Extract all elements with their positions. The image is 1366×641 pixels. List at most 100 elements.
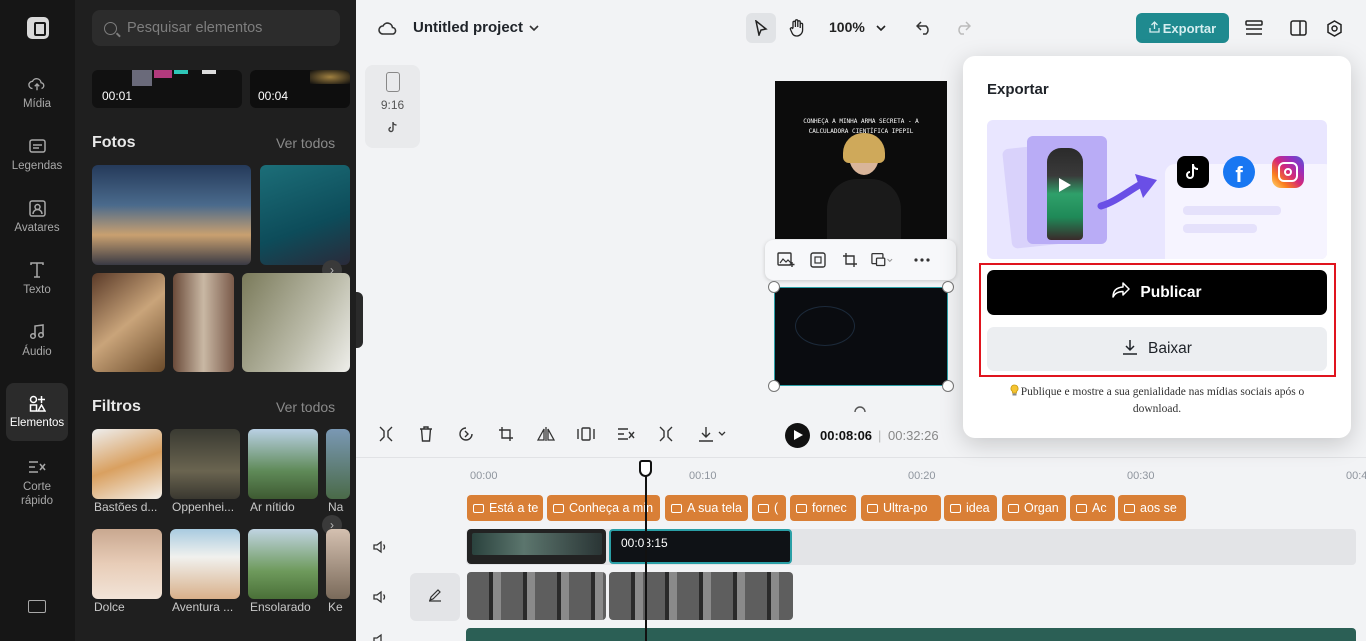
- select-pointer-icon[interactable]: [746, 13, 776, 43]
- chevron-down-icon[interactable]: [519, 13, 549, 43]
- photo-street[interactable]: [173, 273, 234, 372]
- sidebar-item-midia[interactable]: Mídia: [6, 64, 68, 122]
- panel-collapse-handle[interactable]: [356, 292, 363, 348]
- fit-frame-icon[interactable]: [807, 249, 829, 271]
- speed-icon[interactable]: [454, 422, 478, 446]
- aspect-ratio-selector[interactable]: 9:16: [365, 65, 420, 148]
- sidebar-item-avatares[interactable]: Avatares: [6, 188, 68, 246]
- filter-thumbnail[interactable]: [92, 529, 162, 599]
- crop-icon[interactable]: [839, 249, 861, 271]
- photo-dog[interactable]: [242, 273, 350, 372]
- caption-icon: [758, 503, 769, 513]
- cloud-sync-icon[interactable]: [373, 13, 403, 43]
- caption-clip-text: Conheça a min: [569, 501, 654, 515]
- publish-button[interactable]: Publicar: [987, 270, 1327, 315]
- caption-clip[interactable]: Ultra-po: [861, 495, 941, 521]
- caption-clip[interactable]: A sua tela: [665, 495, 748, 521]
- resize-handle[interactable]: [942, 380, 954, 392]
- caption-clip-text: fornec: [812, 501, 847, 515]
- download-button[interactable]: Baixar: [987, 327, 1327, 371]
- export-dialog-title: Exportar: [987, 81, 1049, 98]
- overlay-clip[interactable]: [467, 529, 606, 564]
- music-note-icon: [28, 323, 46, 341]
- replace-clip-icon[interactable]: [871, 249, 893, 271]
- caption-clip[interactable]: idea: [944, 495, 997, 521]
- delete-icon[interactable]: [414, 422, 438, 446]
- sidebar-item-legendas[interactable]: Legendas: [6, 126, 68, 184]
- instagram-icon: [1272, 156, 1304, 188]
- photo-food[interactable]: [92, 273, 165, 372]
- photos-see-all-link[interactable]: Ver todos: [276, 135, 335, 151]
- split-icon[interactable]: [374, 422, 398, 446]
- selected-clip-preview[interactable]: [774, 287, 948, 386]
- video-duration: 00:01: [102, 89, 133, 103]
- smart-cut-icon[interactable]: [614, 422, 638, 446]
- caption-clip[interactable]: (: [752, 495, 786, 521]
- sidebar-item-label: Texto: [23, 284, 51, 296]
- hand-pan-icon[interactable]: [782, 13, 812, 43]
- caption-clip[interactable]: Está a te: [467, 495, 543, 521]
- download-menu-icon[interactable]: [696, 422, 730, 446]
- freeze-icon[interactable]: [654, 422, 678, 446]
- caption-clip[interactable]: Ac: [1070, 495, 1115, 521]
- filter-thumbnail[interactable]: [326, 429, 350, 499]
- photo-city-skyline[interactable]: [92, 165, 251, 265]
- replace-image-icon[interactable]: [775, 249, 797, 271]
- playhead-handle[interactable]: [639, 460, 652, 477]
- caption-clip-text: Organ: [1024, 501, 1059, 515]
- caption-clip[interactable]: Conheça a min: [547, 495, 660, 521]
- selected-overlay-clip[interactable]: 00:08:15: [609, 529, 792, 564]
- elements-icon: [28, 394, 46, 412]
- filter-thumbnail[interactable]: [248, 529, 318, 599]
- caption-clip[interactable]: Organ: [1002, 495, 1066, 521]
- main-video-clip[interactable]: [467, 572, 606, 620]
- export-dialog: Exportar f Publicar Baixar Publique e mo…: [963, 56, 1351, 438]
- caption-clip[interactable]: fornec: [790, 495, 856, 521]
- filter-thumbnail[interactable]: [92, 429, 162, 499]
- resize-handle[interactable]: [768, 281, 780, 293]
- filter-thumbnail[interactable]: [248, 429, 318, 499]
- resize-handle[interactable]: [768, 380, 780, 392]
- audio-track[interactable]: [466, 628, 1356, 641]
- sidebar-item-audio[interactable]: Áudio: [6, 312, 68, 370]
- chevron-down-icon[interactable]: [866, 13, 896, 43]
- project-title[interactable]: Untitled project: [413, 19, 523, 36]
- layout-panel-icon[interactable]: [1283, 13, 1313, 43]
- filters-see-all-link[interactable]: Ver todos: [276, 399, 335, 415]
- filter-thumbnail[interactable]: [326, 529, 350, 599]
- edit-track-button[interactable]: [410, 573, 460, 621]
- upload-icon: [1149, 20, 1160, 36]
- sidebar-item-texto[interactable]: Texto: [6, 250, 68, 308]
- ruler-tick: 00:20: [908, 470, 936, 482]
- mirror-icon[interactable]: [574, 422, 598, 446]
- keyboard-icon[interactable]: [28, 600, 46, 613]
- playhead[interactable]: [645, 462, 647, 641]
- app-logo: [27, 17, 49, 39]
- sidebar-item-corte-rapido[interactable]: Corte rápido: [6, 452, 68, 514]
- redo-icon[interactable]: [948, 13, 978, 43]
- main-video-clip[interactable]: [609, 572, 793, 620]
- zoom-level[interactable]: 100%: [829, 19, 865, 35]
- search-input[interactable]: Pesquisar elementos: [92, 10, 340, 46]
- track-volume-icon[interactable]: [372, 632, 388, 641]
- settings-icon[interactable]: [1319, 13, 1349, 43]
- photo-ocean[interactable]: [260, 165, 350, 265]
- video-thumbnail[interactable]: 00:01: [92, 70, 242, 108]
- layers-icon[interactable]: [1239, 13, 1269, 43]
- track-volume-icon[interactable]: [372, 589, 388, 605]
- flip-icon[interactable]: [534, 422, 558, 446]
- caption-clip[interactable]: aos se: [1118, 495, 1186, 521]
- undo-icon[interactable]: [909, 13, 939, 43]
- play-button[interactable]: [785, 423, 810, 448]
- filter-thumbnail[interactable]: [170, 529, 240, 599]
- video-thumbnail[interactable]: 00:04: [250, 70, 350, 108]
- track-volume-icon[interactable]: [372, 539, 388, 555]
- phone-icon: [385, 72, 400, 92]
- crop-icon[interactable]: [494, 422, 518, 446]
- filter-thumbnail[interactable]: [170, 429, 240, 499]
- more-options-icon[interactable]: [911, 249, 933, 271]
- video-preview[interactable]: CONHEÇA A MINHA ARMA SECRETA - A CALCULA…: [775, 81, 947, 239]
- resize-handle[interactable]: [942, 281, 954, 293]
- export-button[interactable]: Exportar: [1136, 13, 1229, 43]
- sidebar-item-elementos[interactable]: Elementos: [6, 383, 68, 441]
